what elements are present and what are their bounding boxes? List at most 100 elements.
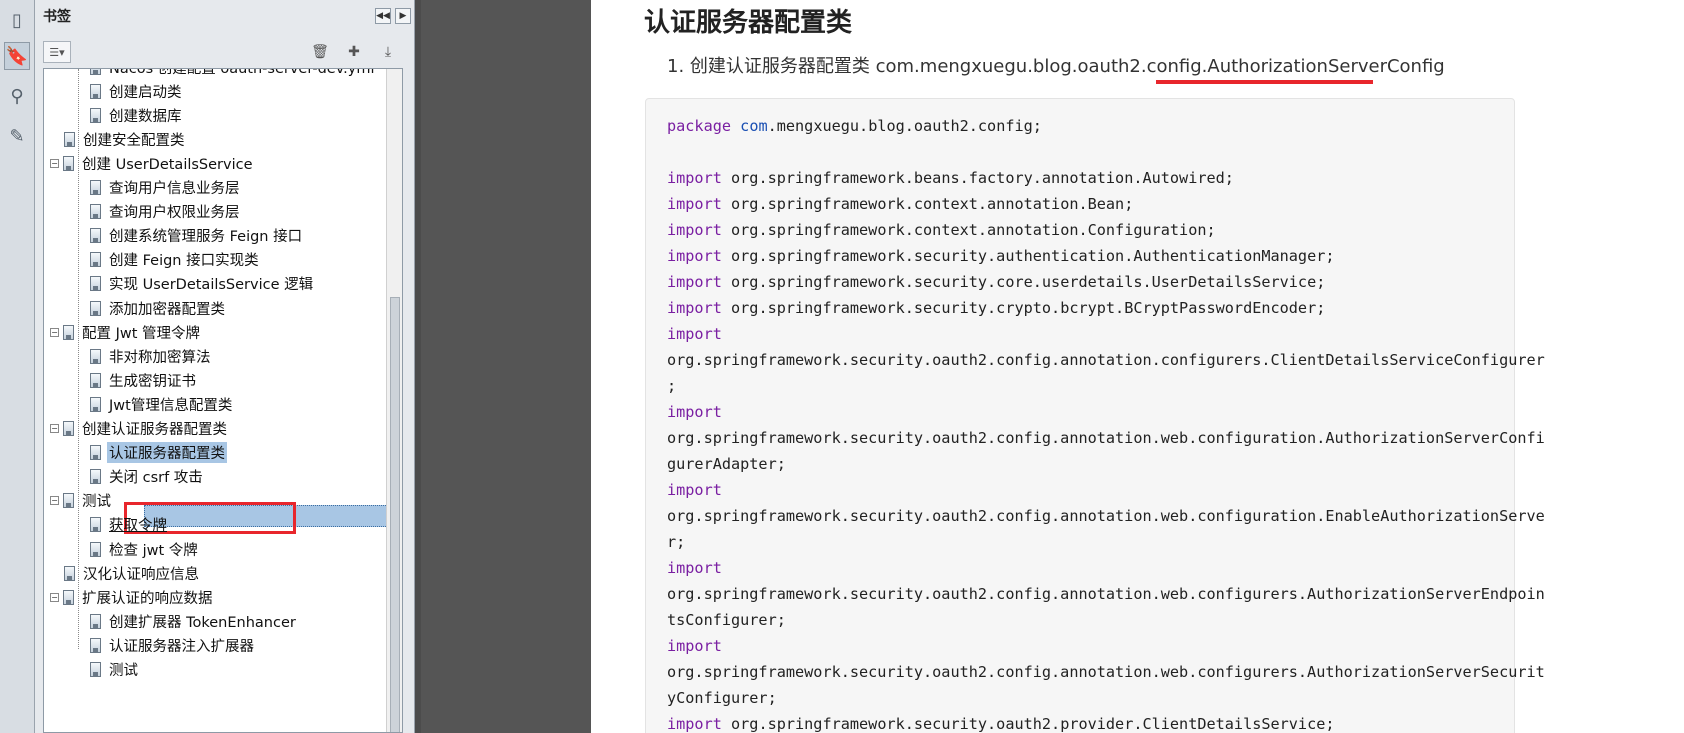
- navigation-icon-strip: ▯ 🔖 ⚲ ✎: [0, 0, 35, 733]
- bookmark-item[interactable]: 测试: [90, 658, 140, 682]
- code-keyword: import: [667, 195, 722, 213]
- code-text: r;: [667, 533, 686, 551]
- bookmark-item[interactable]: 创建 Feign 接口实现类: [90, 248, 261, 272]
- bookmark-label: 关闭 csrf 攻击: [109, 470, 203, 487]
- options-menu-icon[interactable]: ☰▾: [43, 41, 71, 63]
- code-text: tsConfigurer;: [667, 611, 786, 629]
- new-bookmark-icon[interactable]: ✚: [344, 41, 364, 63]
- bookmark-item[interactable]: 认证服务器注入扩展器: [90, 633, 256, 657]
- code-line: import org.springframework.context.annot…: [667, 217, 1545, 243]
- bookmark-item[interactable]: 实现 UserDetailsService 逻辑: [90, 272, 315, 296]
- bookmark-item[interactable]: 创建安全配置类: [64, 127, 187, 151]
- bookmark-icon: [90, 228, 101, 244]
- collapse-toggle-icon[interactable]: −: [50, 496, 59, 506]
- bookmark-item[interactable]: 创建启动类: [90, 79, 184, 103]
- bookmark-icon: [90, 517, 101, 533]
- code-text: org.springframework.security.oauth2.conf…: [667, 585, 1545, 603]
- bookmark-label: Jwt管理信息配置类: [109, 397, 233, 414]
- code-line: org.springframework.security.oauth2.conf…: [667, 659, 1545, 685]
- bookmark-item[interactable]: − 测试: [50, 489, 113, 513]
- bookmark-item[interactable]: − 创建 UserDetailsService: [50, 151, 255, 175]
- bookmark-label: Nacos 创建配置 oauth-server-dev.yml: [109, 68, 375, 77]
- bookmark-item[interactable]: Jwt管理信息配置类: [90, 392, 234, 416]
- expand-bookmark-icon[interactable]: ⤓: [378, 41, 398, 63]
- code-keyword: import: [667, 559, 722, 577]
- scrollbar-thumb[interactable]: [390, 297, 400, 732]
- bookmark-icon: [90, 348, 101, 364]
- collapse-toggle-icon[interactable]: −: [50, 424, 59, 433]
- bookmark-item[interactable]: Nacos 创建配置 oauth-server-dev.yml: [90, 68, 377, 79]
- collapse-panel-icon[interactable]: ◀◀: [375, 8, 391, 24]
- bookmark-label: 非对称加密算法: [109, 349, 211, 366]
- expand-panel-icon[interactable]: ▶: [395, 8, 411, 24]
- bookmark-item[interactable]: 关闭 csrf 攻击: [90, 465, 205, 489]
- bookmark-item[interactable]: 认证服务器配置类: [90, 441, 227, 465]
- list-item: 1. 创建认证服务器配置类 com.mengxuegu.blog.oauth2.…: [667, 56, 1445, 77]
- collapse-toggle-icon[interactable]: −: [50, 327, 59, 337]
- bookmark-icon: [90, 252, 101, 268]
- bookmark-item[interactable]: 创建系统管理服务 Feign 接口: [90, 224, 304, 248]
- bookmark-icon: [90, 204, 101, 220]
- code-line: import: [667, 321, 1545, 347]
- red-underline-mark: [1156, 80, 1373, 84]
- code-text: org.springframework.security.core.userde…: [721, 273, 1326, 291]
- bookmark-icon: [90, 541, 101, 557]
- bookmarks-icon[interactable]: 🔖: [4, 42, 30, 70]
- delete-bookmark-icon[interactable]: 🗑: [310, 41, 330, 63]
- code-line: import org.springframework.security.core…: [667, 269, 1545, 295]
- bookmark-icon: [90, 107, 101, 123]
- bookmark-actions: 🗑 ✚ ⤓: [310, 41, 404, 63]
- bookmark-label: 测试: [82, 494, 111, 511]
- bookmark-item[interactable]: − 扩展认证的响应数据: [50, 585, 215, 609]
- bookmark-label: 生成密钥证书: [109, 373, 196, 390]
- bookmark-icon: [90, 637, 101, 653]
- signatures-icon[interactable]: ✎: [4, 122, 30, 150]
- bookmark-label: 认证服务器注入扩展器: [109, 638, 254, 655]
- bookmark-item[interactable]: 查询用户信息业务层: [90, 176, 242, 200]
- bookmark-item[interactable]: − 创建认证服务器配置类: [50, 417, 229, 441]
- code-text: org.springframework.security.oauth2.prov…: [721, 715, 1335, 733]
- bookmark-item[interactable]: 获取令牌: [90, 513, 169, 537]
- collapse-toggle-icon[interactable]: −: [50, 158, 59, 168]
- collapse-toggle-icon[interactable]: −: [50, 592, 59, 602]
- bookmark-item[interactable]: 创建扩展器 TokenEnhancer: [90, 609, 298, 633]
- bookmark-label: 创建 UserDetailsService: [82, 156, 253, 173]
- pages-icon[interactable]: ▯: [4, 6, 30, 34]
- code-content: package com.mengxuegu.blog.oauth2.config…: [667, 113, 1545, 733]
- code-keyword: package: [667, 117, 732, 135]
- bookmark-label: 配置 Jwt 管理令牌: [82, 325, 201, 342]
- bookmark-label: 创建扩展器 TokenEnhancer: [109, 614, 296, 631]
- code-line: import org.springframework.context.annot…: [667, 191, 1545, 217]
- bookmark-item[interactable]: − 配置 Jwt 管理令牌: [50, 320, 202, 344]
- code-text: org.springframework.context.annotation.B…: [721, 195, 1134, 213]
- bookmark-label: 创建启动类: [109, 84, 182, 101]
- bookmark-label: 测试: [109, 663, 138, 679]
- bookmark-icon: [90, 613, 101, 629]
- code-keyword: import: [667, 637, 722, 655]
- code-text: org.springframework.beans.factory.annota…: [721, 169, 1234, 187]
- code-line: import: [667, 555, 1545, 581]
- bookmark-label: 查询用户信息业务层: [109, 181, 240, 197]
- tree-scrollbar[interactable]: [386, 69, 402, 732]
- code-text: yConfigurer;: [667, 689, 777, 707]
- bookmark-item[interactable]: 汉化认证响应信息: [64, 561, 201, 585]
- bookmark-item[interactable]: 非对称加密算法: [90, 344, 213, 368]
- bookmark-item[interactable]: 查询用户权限业务层: [90, 200, 242, 224]
- bookmark-icon: [64, 131, 75, 147]
- bookmark-label: 创建 Feign 接口实现类: [109, 253, 259, 270]
- bookmark-item[interactable]: 添加加密器配置类: [90, 296, 227, 320]
- code-text: com: [740, 117, 768, 135]
- code-line: tsConfigurer;: [667, 607, 1545, 633]
- bookmark-icon: [63, 589, 74, 605]
- bookmark-label: 扩展认证的响应数据: [82, 590, 213, 607]
- bookmark-icon: [63, 421, 74, 436]
- attachments-icon[interactable]: ⚲: [4, 82, 30, 110]
- bookmark-item[interactable]: 生成密钥证书: [90, 368, 198, 392]
- bookmark-icon: [90, 69, 101, 75]
- bookmark-icon: [90, 469, 101, 485]
- code-keyword: import: [667, 481, 722, 499]
- code-line: import org.springframework.security.auth…: [667, 243, 1545, 269]
- bookmark-item[interactable]: 检查 jwt 令牌: [90, 537, 200, 561]
- bookmark-item[interactable]: 创建数据库: [90, 103, 184, 127]
